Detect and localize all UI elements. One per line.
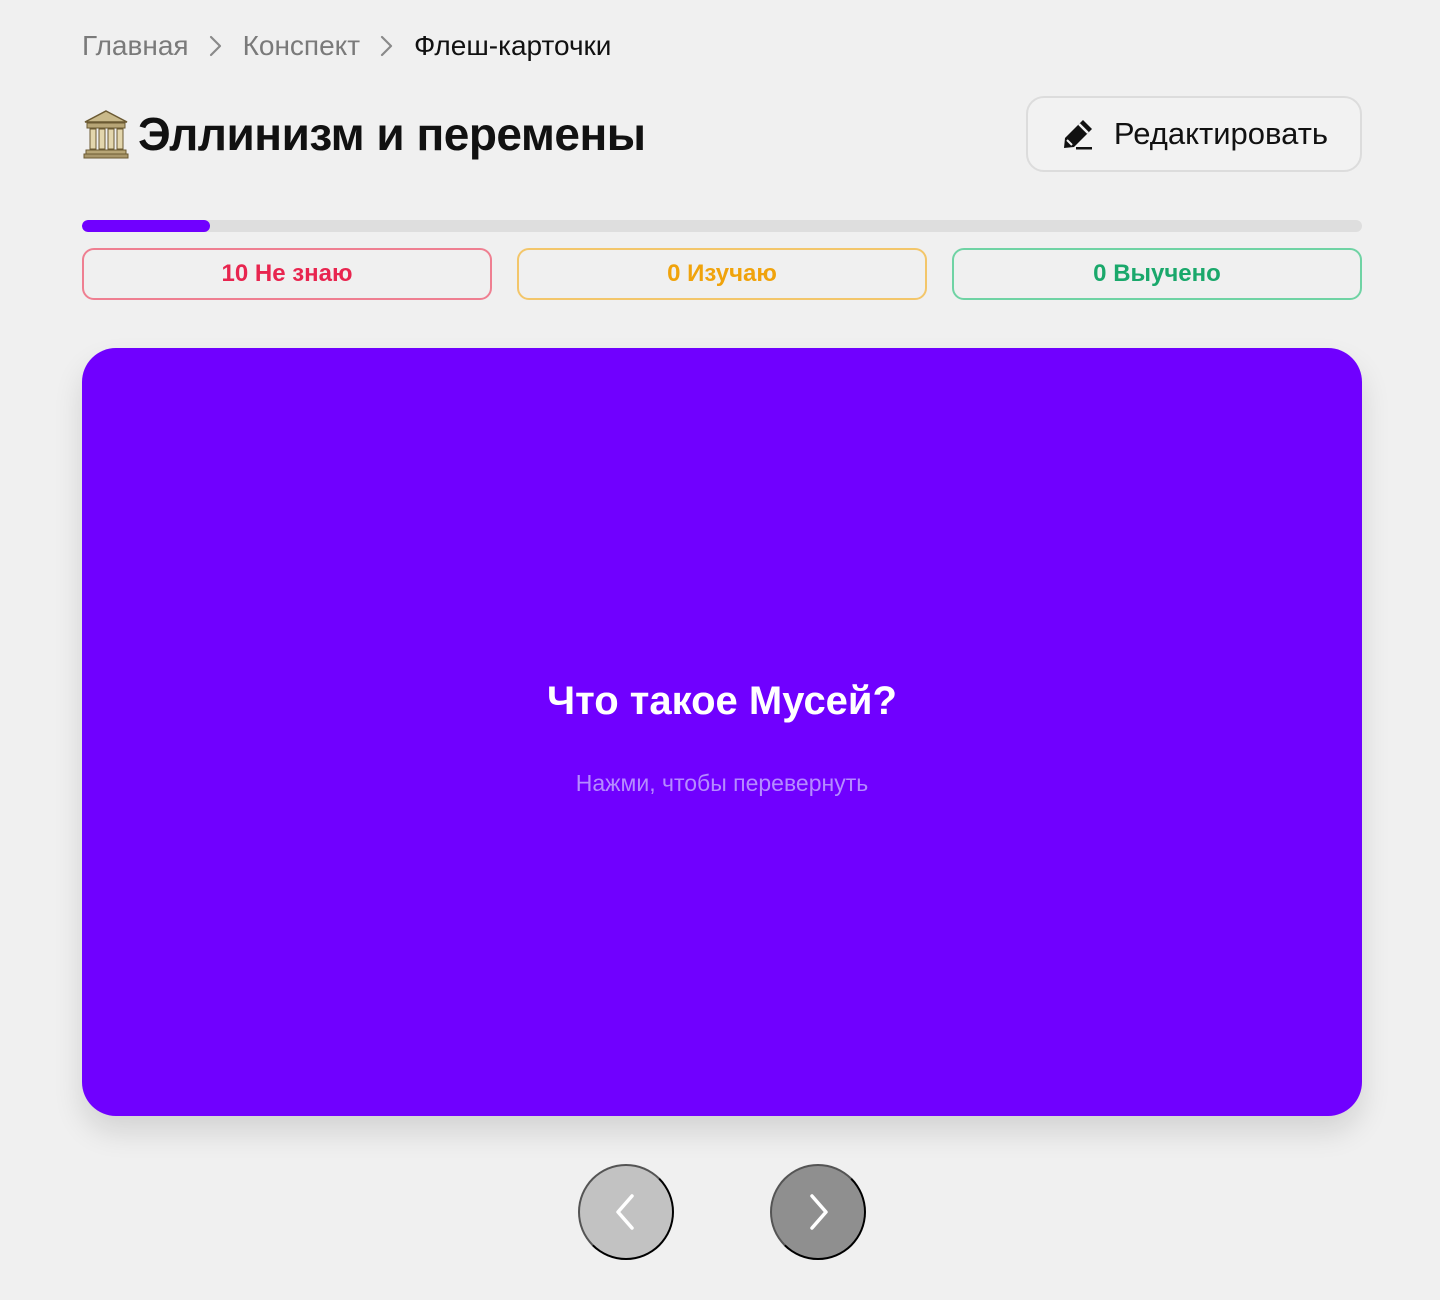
breadcrumb-notes[interactable]: Конспект <box>243 30 360 62</box>
chevron-left-icon <box>612 1192 640 1232</box>
breadcrumb-current: Флеш-карточки <box>414 30 612 61</box>
progress-bar <box>82 220 1362 232</box>
card-navigation <box>578 1164 866 1260</box>
chevron-right-icon <box>189 26 243 66</box>
progress-bar-fill <box>82 220 210 232</box>
learning-count-button[interactable]: 0 Изучаю <box>517 248 927 300</box>
breadcrumb: Главная Конспект Флеш-карточки <box>82 26 611 66</box>
page-title: Эллинизм и перемены <box>138 108 646 160</box>
previous-card-button[interactable] <box>578 1164 674 1260</box>
page-header: Эллинизм и перемены Редактировать <box>82 96 1362 172</box>
next-card-button[interactable] <box>770 1164 866 1260</box>
edit-button[interactable]: Редактировать <box>1026 96 1362 172</box>
title-wrap: Эллинизм и перемены <box>82 107 646 161</box>
classical-building-icon <box>82 108 130 160</box>
card-flip-hint: Нажми, чтобы перевернуть <box>575 770 869 796</box>
breadcrumb-home[interactable]: Главная <box>82 30 189 62</box>
pencil-icon <box>1060 116 1096 152</box>
flashcards-page: Главная Конспект Флеш-карточки Эллинизм … <box>0 0 1440 1300</box>
chevron-right-icon <box>360 26 414 66</box>
learned-count-button[interactable]: 0 Выучено <box>952 248 1362 300</box>
unknown-count-button[interactable]: 10 Не знаю <box>82 248 492 300</box>
card-question: Что такое Мусей? <box>547 679 897 723</box>
flashcard[interactable]: Что такое Мусей? Нажми, чтобы перевернут… <box>82 348 1362 1116</box>
chevron-right-icon <box>804 1192 832 1232</box>
stats-row: 10 Не знаю 0 Изучаю 0 Выучено <box>82 248 1362 300</box>
edit-button-label: Редактировать <box>1113 116 1329 151</box>
